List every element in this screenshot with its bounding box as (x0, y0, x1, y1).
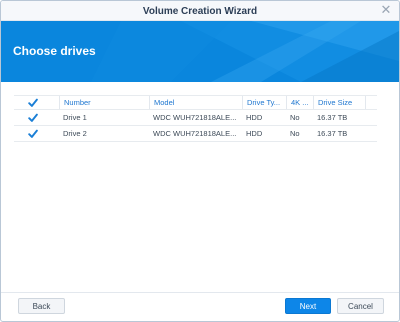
drive-number: Drive 2 (63, 129, 87, 138)
drive-4k: No (290, 113, 300, 122)
checkmark-icon (28, 98, 38, 107)
checkmark-icon (28, 129, 38, 138)
drive-type: HDD (246, 129, 263, 138)
column-header-drive-type[interactable]: Drive Ty... (242, 96, 286, 109)
drive-2-checkbox[interactable] (28, 129, 38, 139)
title-bar: Volume Creation Wizard ✕ (1, 1, 399, 21)
cancel-button[interactable]: Cancel (337, 298, 384, 314)
table-row[interactable]: Drive 2 WDC WUH721818ALE... HDD No 16.37… (14, 126, 377, 142)
drive-model: WDC WUH721818ALE... (153, 129, 237, 138)
close-icon[interactable]: ✕ (379, 3, 393, 17)
table-header: Number Model Drive Ty... 4K ... Drive Si… (14, 95, 377, 110)
window-title: Volume Creation Wizard (142, 6, 258, 17)
wizard-window: Volume Creation Wizard ✕ Choose drives N… (0, 0, 400, 322)
wizard-footer: Back Next Cancel (1, 292, 399, 321)
drive-type: HDD (246, 113, 263, 122)
drive-size: 16.37 TB (317, 129, 348, 138)
back-button[interactable]: Back (18, 298, 65, 314)
checkmark-icon (28, 113, 38, 122)
column-header-number[interactable]: Number (59, 96, 149, 109)
column-header-4k[interactable]: 4K ... (286, 96, 313, 109)
drive-number: Drive 1 (63, 113, 87, 122)
drive-4k: No (290, 129, 300, 138)
drive-size: 16.37 TB (317, 113, 348, 122)
drive-model: WDC WUH721818ALE... (153, 113, 237, 122)
next-button[interactable]: Next (285, 298, 331, 314)
column-header-model[interactable]: Model (149, 96, 242, 109)
select-all-checkbox[interactable] (28, 98, 38, 108)
table-row[interactable]: Drive 1 WDC WUH721818ALE... HDD No 16.37… (14, 110, 377, 126)
row-checkbox-cell (14, 110, 59, 125)
page-title: Choose drives (13, 44, 96, 58)
column-header-drive-size[interactable]: Drive Size (313, 96, 365, 109)
header-banner: Choose drives (1, 21, 399, 82)
header-checkbox-cell (14, 96, 59, 109)
drive-1-checkbox[interactable] (28, 113, 38, 123)
drive-table: Number Model Drive Ty... 4K ... Drive Si… (14, 95, 377, 142)
row-checkbox-cell (14, 126, 59, 141)
column-header-filler (365, 96, 377, 109)
